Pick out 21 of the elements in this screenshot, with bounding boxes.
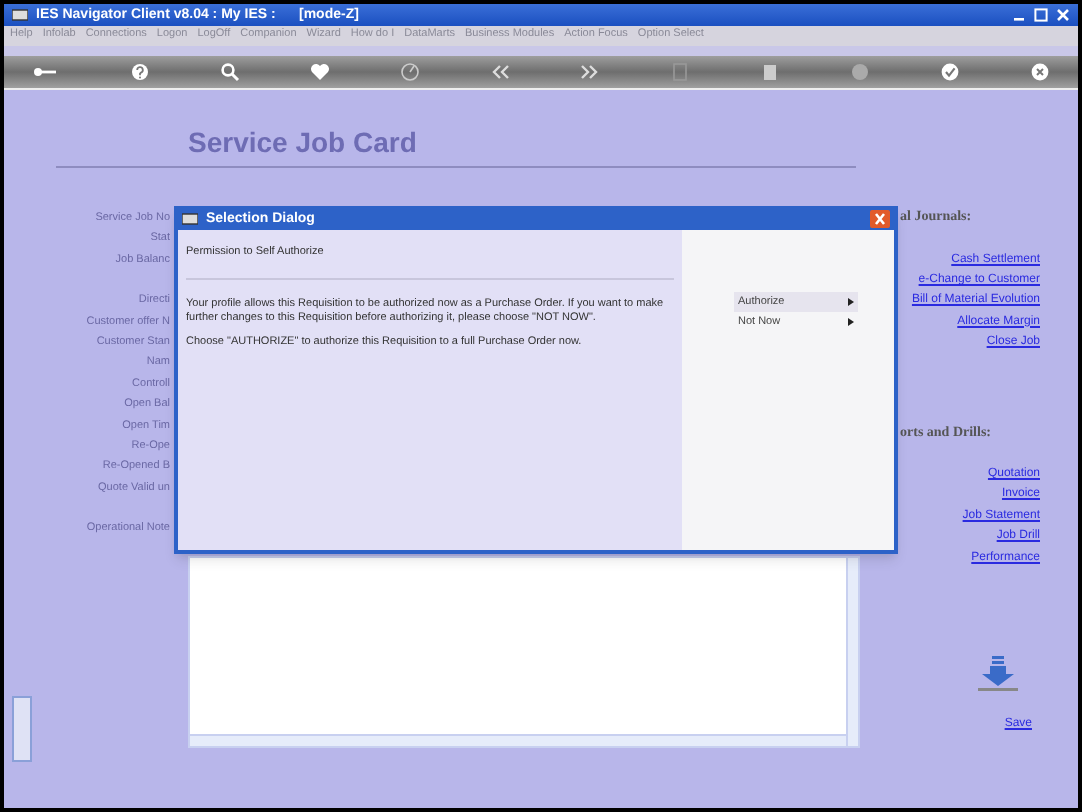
side-tab[interactable] (12, 696, 32, 762)
close-icon[interactable] (1030, 62, 1050, 82)
search-icon[interactable] (220, 62, 240, 82)
check-icon[interactable] (940, 62, 960, 82)
heart-icon[interactable] (310, 62, 330, 82)
arrow-icon (848, 298, 854, 306)
forward-icon[interactable] (580, 62, 600, 82)
close-icon[interactable] (870, 209, 890, 227)
key-icon[interactable] (32, 62, 60, 82)
app-icon (182, 211, 198, 225)
save-icon[interactable] (976, 656, 1020, 693)
scrollbar[interactable] (846, 558, 858, 746)
form-title: Service Job Card (188, 124, 417, 162)
arrow-icon (848, 318, 854, 326)
scrollbar[interactable] (190, 734, 846, 746)
help-icon[interactable] (130, 62, 150, 82)
app-icon (12, 8, 28, 22)
clock-icon[interactable] (400, 62, 420, 82)
back-icon[interactable] (490, 62, 510, 82)
close-icon[interactable] (1056, 8, 1070, 22)
maximize-icon[interactable] (1034, 8, 1048, 22)
